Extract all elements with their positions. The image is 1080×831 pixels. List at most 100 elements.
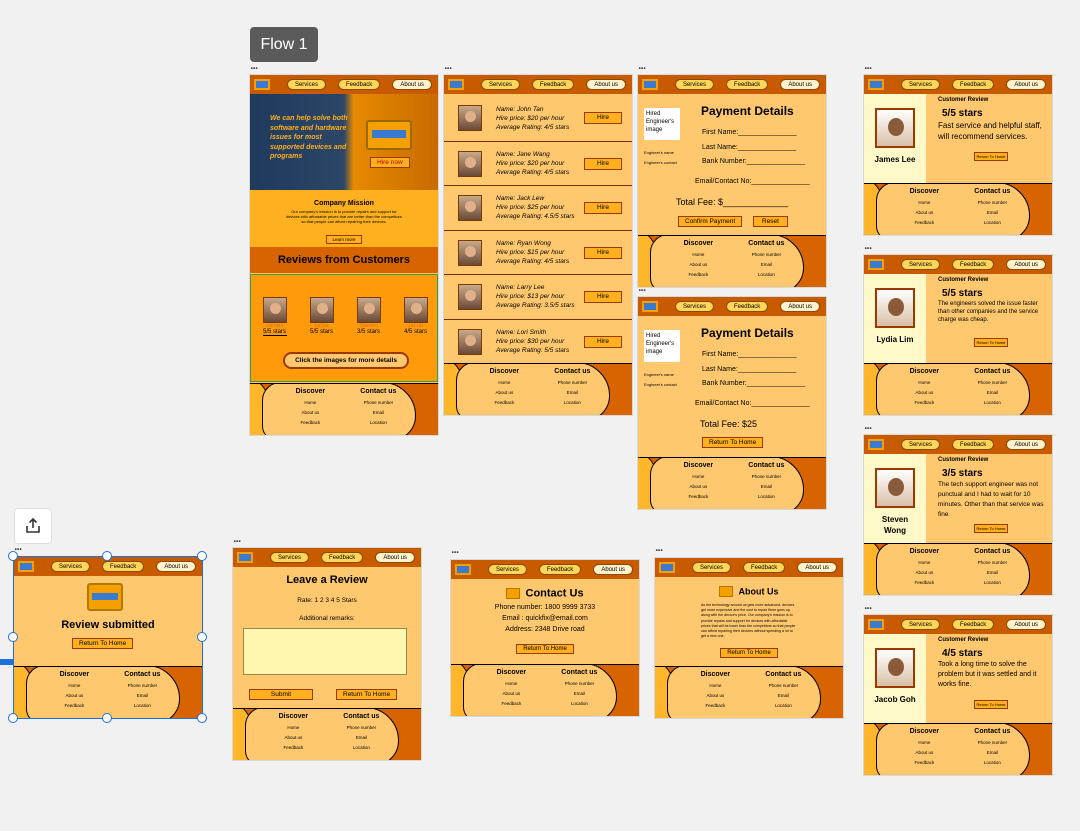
footer-link[interactable]: Home xyxy=(910,378,940,388)
confirm-payment-button[interactable]: Confirm Payment xyxy=(678,216,743,227)
footer-link[interactable]: About us xyxy=(910,208,940,218)
resize-handle[interactable] xyxy=(8,632,18,642)
footer-link[interactable]: Home xyxy=(684,472,714,482)
footer-link[interactable]: Location xyxy=(124,701,160,711)
return-home-button[interactable]: Return To Home xyxy=(974,152,1008,161)
footer-link[interactable]: Home xyxy=(684,250,714,260)
nav-services[interactable]: Services xyxy=(269,552,309,563)
return-home-button[interactable]: Return To Home xyxy=(720,648,778,659)
click-images-button[interactable]: Click the images for more details xyxy=(283,352,409,369)
footer-link[interactable]: Location xyxy=(765,701,801,711)
reset-button[interactable]: Reset xyxy=(753,216,788,227)
frame-menu-icon[interactable]: ... xyxy=(638,63,646,72)
footer-link[interactable]: Feedback xyxy=(910,578,940,588)
footer-link[interactable]: About us xyxy=(490,388,520,398)
footer-link[interactable]: Email xyxy=(974,388,1010,398)
learn-more-button[interactable]: Learn more xyxy=(326,235,362,244)
remarks-textarea[interactable] xyxy=(243,628,407,675)
nav-feedback[interactable]: Feedback xyxy=(337,79,381,90)
return-home-button[interactable]: Return To Home xyxy=(516,644,574,654)
nav-services[interactable]: Services xyxy=(286,79,326,90)
return-home-button[interactable]: Return To Home xyxy=(974,338,1008,347)
nav-services[interactable]: Services xyxy=(900,619,940,630)
frame-menu-icon[interactable]: ... xyxy=(14,544,22,553)
resize-handle[interactable] xyxy=(197,713,207,723)
footer-link[interactable]: Location xyxy=(554,398,590,408)
return-home-button[interactable]: Return To Home xyxy=(72,638,134,649)
footer-link[interactable]: About us xyxy=(910,748,940,758)
footer-link[interactable]: About us xyxy=(296,408,326,418)
resize-handle[interactable] xyxy=(8,551,18,561)
nav-services[interactable]: Services xyxy=(900,439,940,450)
nav-about[interactable]: About us xyxy=(1006,79,1046,90)
nav-about[interactable]: About us xyxy=(156,561,196,572)
resize-handle[interactable] xyxy=(8,713,18,723)
footer-link[interactable]: Phone number xyxy=(748,472,784,482)
footer-link[interactable]: Phone number xyxy=(748,250,784,260)
resize-handle[interactable] xyxy=(102,713,112,723)
last-name-field[interactable]: Last Name:_______________ xyxy=(702,141,805,154)
footer-link[interactable]: Feedback xyxy=(296,418,326,428)
reviewer-photo[interactable] xyxy=(309,297,334,323)
footer-link[interactable]: Location xyxy=(748,270,784,280)
nav-feedback[interactable]: Feedback xyxy=(538,564,582,575)
footer-link[interactable]: Phone number xyxy=(765,681,801,691)
frame-menu-icon[interactable]: ... xyxy=(233,536,241,545)
hire-button[interactable]: Hire xyxy=(584,246,622,259)
nav-services[interactable]: Services xyxy=(487,564,527,575)
frame-menu-icon[interactable]: ... xyxy=(250,63,258,72)
footer-link[interactable]: Email xyxy=(748,482,784,492)
nav-feedback[interactable]: Feedback xyxy=(531,79,575,90)
frame-menu-icon[interactable]: ... xyxy=(864,423,872,432)
frame-menu-icon[interactable]: ... xyxy=(864,243,872,252)
resize-handle[interactable] xyxy=(102,551,112,561)
nav-services[interactable]: Services xyxy=(480,79,520,90)
reviewer-card[interactable]: Jacob 4/5 stars xyxy=(403,297,428,336)
footer-link[interactable]: Email xyxy=(561,689,597,699)
return-home-button[interactable]: Return To Home xyxy=(336,689,398,700)
hire-now-button[interactable]: Hire now xyxy=(370,157,410,168)
nav-services[interactable]: Services xyxy=(900,79,940,90)
frame-menu-icon[interactable]: ... xyxy=(451,547,459,556)
reviewer-photo[interactable] xyxy=(403,297,428,323)
nav-about[interactable]: About us xyxy=(1006,619,1046,630)
footer-link[interactable]: Phone number xyxy=(360,398,396,408)
footer-link[interactable]: Email xyxy=(765,691,801,701)
footer-link[interactable]: Email xyxy=(974,208,1010,218)
nav-about[interactable]: About us xyxy=(593,564,633,575)
submit-button[interactable]: Submit xyxy=(249,689,313,700)
nav-feedback[interactable]: Feedback xyxy=(725,301,769,312)
footer-link[interactable]: About us xyxy=(684,260,714,270)
nav-feedback[interactable]: Feedback xyxy=(320,552,364,563)
bank-field[interactable]: Bank Number:_______________ xyxy=(702,376,805,392)
footer-link[interactable]: Phone number xyxy=(974,738,1010,748)
resize-handle[interactable] xyxy=(197,632,207,642)
footer-link[interactable]: Home xyxy=(279,723,309,733)
footer-link[interactable]: Phone number xyxy=(561,679,597,689)
nav-services[interactable]: Services xyxy=(691,562,731,573)
footer-link[interactable]: About us xyxy=(910,568,940,578)
reviewer-card[interactable]: Steven 3/5 stars xyxy=(356,297,381,336)
footer-link[interactable]: About us xyxy=(60,691,90,701)
footer-link[interactable]: Feedback xyxy=(701,701,731,711)
footer-link[interactable]: Phone number xyxy=(124,681,160,691)
footer-link[interactable]: Feedback xyxy=(684,492,714,502)
nav-services[interactable]: Services xyxy=(50,561,90,572)
nav-feedback[interactable]: Feedback xyxy=(725,79,769,90)
frame-menu-icon[interactable]: ... xyxy=(638,285,646,294)
footer-link[interactable]: Home xyxy=(701,681,731,691)
first-name-field[interactable]: First Name:_______________ xyxy=(702,347,805,363)
footer-link[interactable]: About us xyxy=(910,388,940,398)
hire-button[interactable]: Hire xyxy=(584,290,622,303)
footer-link[interactable]: Email xyxy=(360,408,396,418)
footer-link[interactable]: Location xyxy=(360,418,396,428)
reviewer-photo[interactable] xyxy=(262,297,287,323)
nav-about[interactable]: About us xyxy=(797,562,837,573)
footer-link[interactable]: Phone number xyxy=(343,723,379,733)
footer-link[interactable]: Location xyxy=(974,218,1010,228)
footer-link[interactable]: Location xyxy=(343,743,379,753)
first-name-field[interactable]: First Name:_______________ xyxy=(702,125,805,141)
nav-services[interactable]: Services xyxy=(900,259,940,270)
footer-link[interactable]: About us xyxy=(497,689,527,699)
nav-feedback[interactable]: Feedback xyxy=(951,439,995,450)
